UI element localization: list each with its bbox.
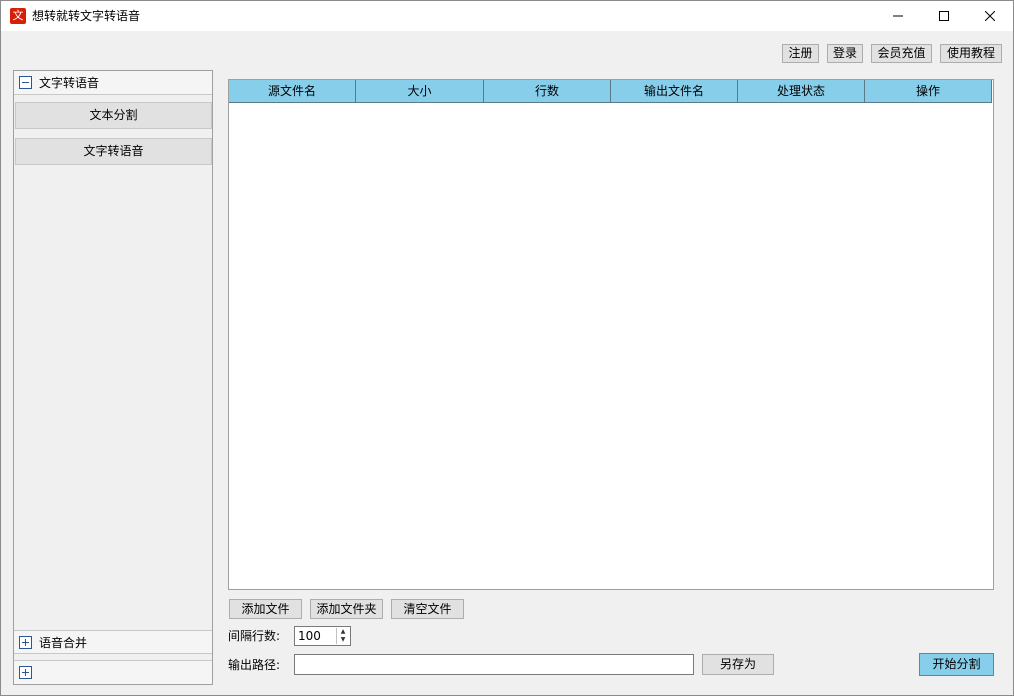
start-split-button[interactable]: 开始分割: [919, 653, 994, 676]
stepper-arrows: ▲ ▼: [336, 628, 349, 644]
output-path-label: 输出路径:: [228, 658, 281, 672]
sidebar-item-text-split[interactable]: 文本分割: [15, 102, 212, 129]
clear-files-button[interactable]: 清空文件: [391, 599, 464, 619]
sidebar-group-unnamed[interactable]: [14, 660, 212, 684]
sidebar-group-label: 语音合并: [39, 636, 88, 650]
column-header-output-file[interactable]: 输出文件名: [611, 80, 738, 103]
sidebar-item-text-to-speech[interactable]: 文字转语音: [15, 138, 212, 165]
output-path-input[interactable]: [294, 654, 694, 675]
title-bar: 文 想转就转文字转语音: [1, 1, 1013, 31]
add-folder-button[interactable]: 添加文件夹: [310, 599, 383, 619]
window-title: 想转就转文字转语音: [32, 9, 141, 23]
save-as-button[interactable]: 另存为: [702, 654, 774, 675]
minimize-icon: [893, 15, 903, 17]
sidebar-group-text-to-speech[interactable]: 文字转语音: [14, 71, 212, 95]
column-header-lines[interactable]: 行数: [484, 80, 611, 103]
interval-label: 间隔行数:: [228, 629, 281, 643]
column-header-operation[interactable]: 操作: [865, 80, 992, 103]
column-header-size[interactable]: 大小: [356, 80, 484, 103]
login-button[interactable]: 登录: [827, 44, 863, 63]
expand-icon[interactable]: [19, 666, 32, 679]
sidebar-group-label: 文字转语音: [39, 76, 100, 90]
sidebar-group-audio-merge[interactable]: 语音合并: [14, 630, 212, 654]
app-window: 文 想转就转文字转语音 注册 登录 会员充值 使用教程 文字转语音 文本分割 文…: [0, 0, 1014, 696]
collapse-icon[interactable]: [19, 76, 32, 89]
add-file-button[interactable]: 添加文件: [229, 599, 302, 619]
close-icon: [985, 11, 995, 21]
app-logo-icon: 文: [10, 8, 26, 24]
sidebar: 文字转语音 文本分割 文字转语音 语音合并: [13, 70, 213, 685]
register-button[interactable]: 注册: [782, 44, 819, 63]
table-header: 源文件名 大小 行数 输出文件名 处理状态 操作: [229, 80, 993, 103]
stepper-down-icon[interactable]: ▼: [337, 636, 349, 644]
file-table[interactable]: 源文件名 大小 行数 输出文件名 处理状态 操作: [228, 79, 994, 590]
close-button[interactable]: [967, 1, 1013, 31]
expand-icon[interactable]: [19, 636, 32, 649]
column-header-source-file[interactable]: 源文件名: [229, 80, 356, 103]
interval-stepper[interactable]: 100 ▲ ▼: [294, 626, 351, 646]
maximize-button[interactable]: [921, 1, 967, 31]
maximize-icon: [939, 11, 949, 21]
recharge-button[interactable]: 会员充值: [871, 44, 932, 63]
column-header-status[interactable]: 处理状态: [738, 80, 865, 103]
stepper-up-icon[interactable]: ▲: [337, 628, 349, 636]
minimize-button[interactable]: [875, 1, 921, 31]
interval-value[interactable]: 100: [298, 628, 321, 644]
tutorial-button[interactable]: 使用教程: [940, 44, 1002, 63]
